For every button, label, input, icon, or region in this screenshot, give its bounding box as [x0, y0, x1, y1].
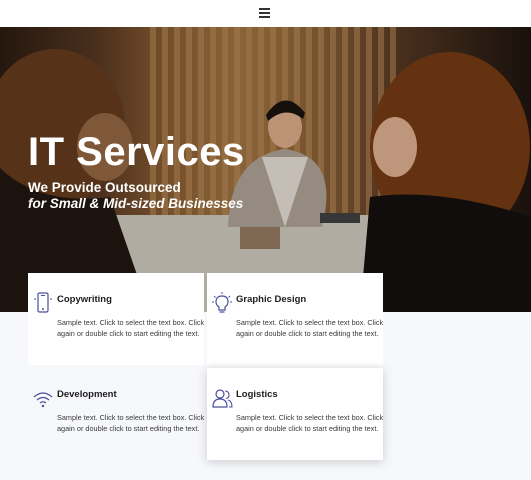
hero-title: IT Services — [28, 130, 245, 174]
service-title: Graphic Design — [236, 294, 307, 305]
service-title: Development — [57, 389, 117, 400]
service-text[interactable]: Sample text. Click to select the text bo… — [57, 412, 207, 434]
service-card-development[interactable]: Development Sample text. Click to select… — [28, 368, 204, 460]
wifi-icon — [33, 392, 53, 408]
smartphone-icon — [34, 292, 52, 313]
hero-subtitle-line1: We Provide Outsourced — [28, 180, 181, 195]
service-card-copywriting[interactable]: Copywriting Sample text. Click to select… — [28, 273, 204, 365]
service-card-graphic-design[interactable]: Graphic Design Sample text. Click to sel… — [207, 273, 383, 365]
service-text[interactable]: Sample text. Click to select the text bo… — [236, 412, 386, 434]
hero-subtitle-line2: for Small & Mid-sized Businesses — [28, 196, 244, 211]
hamburger-menu-icon[interactable] — [258, 7, 272, 19]
service-card-logistics[interactable]: Logistics Sample text. Click to select t… — [207, 368, 383, 460]
service-title: Logistics — [236, 389, 278, 400]
service-title: Copywriting — [57, 294, 112, 305]
top-bar — [0, 0, 531, 27]
lightbulb-icon — [212, 292, 232, 313]
hero-banner: IT Services We Provide Outsourced for Sm… — [0, 27, 531, 312]
service-text[interactable]: Sample text. Click to select the text bo… — [236, 317, 386, 339]
service-text[interactable]: Sample text. Click to select the text bo… — [57, 317, 207, 339]
users-icon — [212, 389, 233, 408]
